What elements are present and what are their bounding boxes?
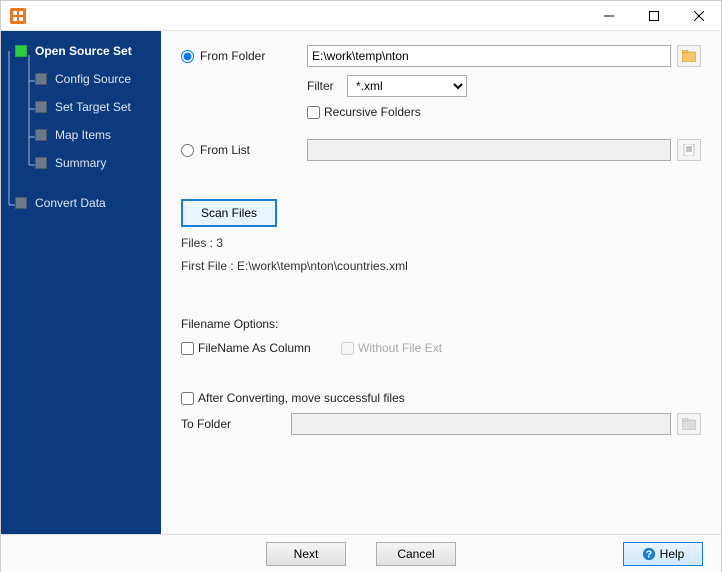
step-icon xyxy=(15,197,27,209)
maximize-button[interactable] xyxy=(631,1,676,31)
after-converting-checkbox[interactable]: After Converting, move successful files xyxy=(181,391,405,405)
step-label: Set Target Set xyxy=(55,100,131,114)
browse-to-folder-button[interactable] xyxy=(677,413,701,435)
filter-select[interactable]: *.xml xyxy=(347,75,467,97)
files-count-text: Files : 3 xyxy=(181,236,701,250)
from-list-radio[interactable]: From List xyxy=(181,143,291,157)
step-icon xyxy=(35,73,47,85)
recursive-label: Recursive Folders xyxy=(324,105,421,119)
titlebar xyxy=(1,1,721,31)
sidebar-item-convert-data[interactable]: Convert Data xyxy=(13,189,161,217)
without-file-ext-label: Without File Ext xyxy=(358,341,442,355)
after-converting-label: After Converting, move successful files xyxy=(198,391,405,405)
help-icon: ? xyxy=(642,547,656,561)
sidebar-item-set-target-set[interactable]: Set Target Set xyxy=(13,93,161,121)
browse-list-button[interactable] xyxy=(677,139,701,161)
step-icon xyxy=(35,157,47,169)
from-folder-label: From Folder xyxy=(200,49,265,63)
without-file-ext-checkbox: Without File Ext xyxy=(341,341,442,355)
filename-as-column-checkbox[interactable]: FileName As Column xyxy=(181,341,341,355)
step-label: Config Source xyxy=(55,72,131,86)
filter-label: Filter xyxy=(307,79,347,93)
app-icon xyxy=(9,7,27,25)
browse-folder-button[interactable] xyxy=(677,45,701,67)
from-list-label: From List xyxy=(200,143,250,157)
footer-bar: Next Cancel ? Help xyxy=(1,534,721,572)
first-file-text: First File : E:\work\temp\nton\countries… xyxy=(181,259,701,273)
step-label: Open Source Set xyxy=(35,44,132,58)
to-folder-input xyxy=(291,413,671,435)
filename-as-column-label: FileName As Column xyxy=(198,341,311,355)
close-button[interactable] xyxy=(676,1,721,31)
scan-files-button[interactable]: Scan Files xyxy=(181,199,277,227)
help-label: Help xyxy=(660,547,685,561)
folder-path-input[interactable] xyxy=(307,45,671,67)
sidebar-item-map-items[interactable]: Map Items xyxy=(13,121,161,149)
content-panel: From Folder Filter *.xml Recursive Folde… xyxy=(161,31,721,534)
window-controls xyxy=(586,1,721,31)
step-label: Summary xyxy=(55,156,106,170)
sidebar-item-config-source[interactable]: Config Source xyxy=(13,65,161,93)
sidebar-item-summary[interactable]: Summary xyxy=(13,149,161,177)
step-icon xyxy=(35,101,47,113)
cancel-button[interactable]: Cancel xyxy=(376,542,456,566)
from-list-input xyxy=(307,139,671,161)
step-icon xyxy=(15,45,27,57)
wizard-sidebar: Open Source Set Config Source Set Target… xyxy=(1,31,161,534)
step-icon xyxy=(35,129,47,141)
sidebar-item-open-source-set[interactable]: Open Source Set xyxy=(13,37,161,65)
step-label: Convert Data xyxy=(35,196,106,210)
svg-text:?: ? xyxy=(645,548,651,560)
step-label: Map Items xyxy=(55,128,111,142)
next-button[interactable]: Next xyxy=(266,542,346,566)
to-folder-label: To Folder xyxy=(181,417,291,431)
filename-options-heading: Filename Options: xyxy=(181,317,701,331)
from-folder-radio[interactable]: From Folder xyxy=(181,49,291,63)
minimize-button[interactable] xyxy=(586,1,631,31)
help-button[interactable]: ? Help xyxy=(623,542,703,566)
recursive-checkbox[interactable]: Recursive Folders xyxy=(307,105,421,119)
